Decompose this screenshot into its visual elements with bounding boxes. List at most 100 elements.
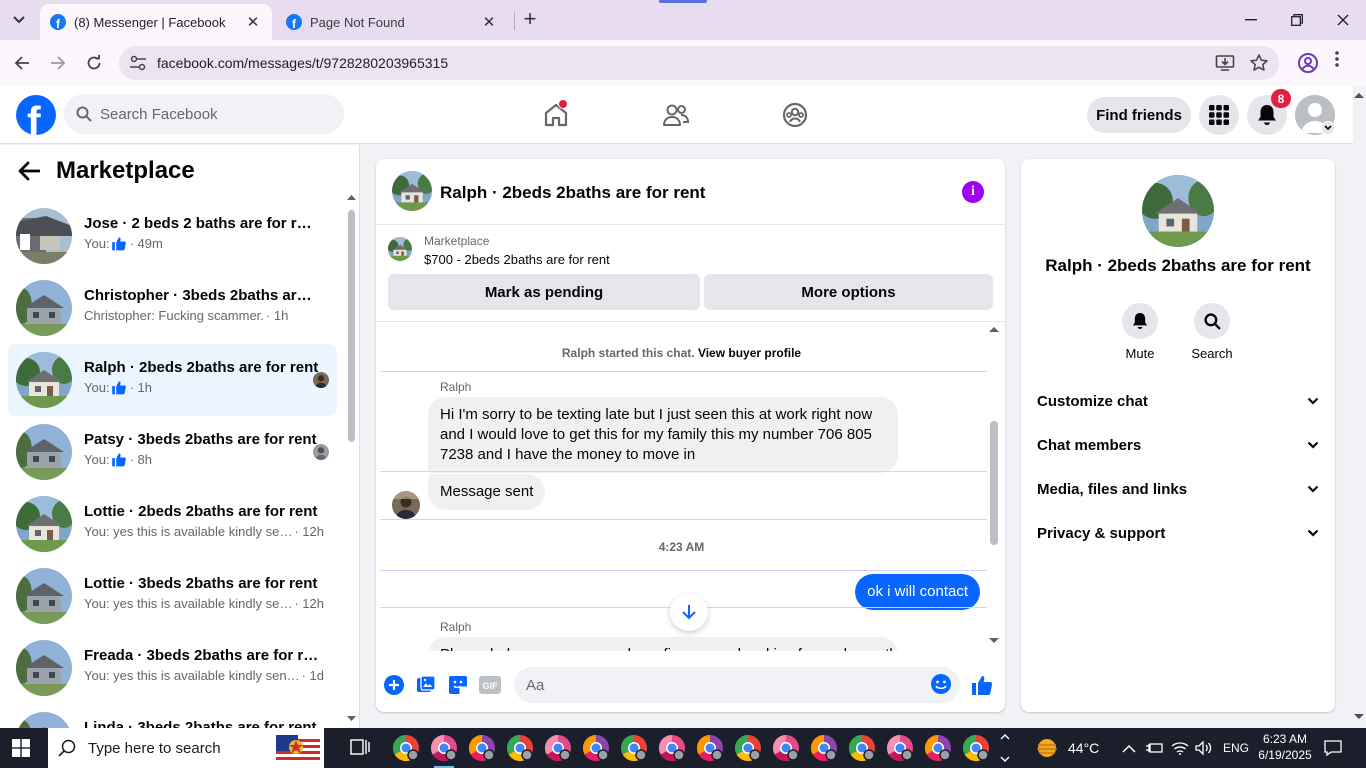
sidebar-scrollbar[interactable]	[347, 195, 356, 728]
facebook-logo[interactable]: f	[16, 95, 56, 135]
volume-icon[interactable]	[1195, 741, 1213, 755]
taskbar-chrome-app[interactable]	[772, 734, 800, 762]
menu-grid-button[interactable]	[1199, 95, 1239, 135]
conversation-item[interactable]: Freada · 3beds 2baths are for rent You: y…	[8, 632, 337, 704]
accordion-privacy-support[interactable]: Privacy & support	[1029, 513, 1327, 553]
forward-button[interactable]	[46, 51, 70, 75]
reload-button[interactable]	[82, 51, 106, 75]
accordion-chat-members[interactable]: Chat members	[1029, 425, 1327, 465]
attach-photo-button[interactable]	[414, 673, 438, 697]
minimize-button[interactable]	[1228, 6, 1274, 34]
conversation-item[interactable]: Christopher · 3beds 2baths are for rent C…	[8, 272, 337, 344]
send-like-button[interactable]	[970, 673, 994, 697]
chevron-up-icon[interactable]	[1122, 744, 1136, 753]
listing-thumbnail[interactable]	[388, 237, 412, 261]
taskbar-chrome-app[interactable]	[430, 734, 458, 768]
gif-button[interactable]: GIF	[478, 673, 502, 697]
back-button[interactable]	[10, 51, 34, 75]
chat-scroll-thumb[interactable]	[990, 421, 998, 545]
nav-home-button[interactable]	[539, 98, 573, 132]
bookmark-star-icon[interactable]	[1249, 53, 1269, 73]
message-bubble-incoming[interactable]: Message sent	[428, 474, 546, 510]
listing-price-title[interactable]: $700 - 2beds 2baths are for rent	[424, 252, 610, 267]
notifications-button[interactable]: 8	[1247, 89, 1291, 135]
mute-action[interactable]: Mute	[1110, 303, 1170, 361]
search-conversation-button[interactable]	[1194, 303, 1230, 339]
wifi-icon[interactable]	[1171, 741, 1189, 755]
taskbar-chrome-app[interactable]	[620, 734, 648, 762]
taskbar-chrome-app[interactable]	[924, 734, 952, 762]
close-tab-icon[interactable]: ✕	[480, 13, 498, 31]
url-bar[interactable]: facebook.com/messages/t/9728280203965315	[119, 46, 1279, 80]
taskbar-chrome-app[interactable]	[468, 734, 496, 762]
windows-start-icon[interactable]	[12, 739, 30, 757]
scroll-down-arrow-icon[interactable]	[1354, 714, 1364, 720]
sticker-button[interactable]	[446, 673, 470, 697]
facebook-search-input[interactable]	[100, 105, 320, 123]
taskbar-clock[interactable]: 6:23 AM 6/19/2025	[1254, 731, 1316, 763]
taskbar-scroll-arrows-icon[interactable]	[1000, 732, 1010, 764]
mark-as-pending-button[interactable]: Mark as pending	[388, 274, 700, 310]
input-language[interactable]: ENG	[1223, 741, 1249, 755]
taskbar-chrome-app[interactable]	[658, 734, 686, 762]
info-listing-photo[interactable]	[1142, 175, 1214, 247]
message-bubble-outgoing[interactable]: ok i will contact	[855, 574, 980, 610]
message-input[interactable]	[526, 676, 906, 694]
close-window-button[interactable]	[1320, 6, 1366, 34]
battery-plug-icon[interactable]	[1145, 741, 1163, 755]
accordion-customize-chat[interactable]: Customize chat	[1029, 381, 1327, 421]
back-arrow-icon[interactable]	[18, 161, 40, 181]
site-settings-icon[interactable]	[129, 55, 147, 71]
scroll-down-arrow-icon[interactable]	[989, 638, 999, 644]
emoji-icon[interactable]	[930, 673, 952, 695]
taskbar-chrome-app[interactable]	[886, 734, 914, 762]
sender-avatar[interactable]	[392, 491, 420, 519]
message-bubble-incoming[interactable]: Please help me so we can also a finance …	[428, 637, 898, 651]
account-menu-caret[interactable]	[1321, 121, 1335, 135]
view-buyer-profile-link[interactable]: View buyer profile	[698, 346, 801, 360]
page-scrollbar[interactable]	[1353, 86, 1366, 728]
browser-profile-icon[interactable]	[1296, 51, 1320, 75]
taskbar-chrome-app[interactable]	[848, 734, 876, 762]
chat-title[interactable]: Ralph · 2beds 2baths are for rent	[440, 183, 705, 203]
message-input-wrapper[interactable]	[514, 667, 960, 703]
restore-button[interactable]	[1274, 6, 1320, 34]
scroll-up-arrow-icon[interactable]	[1354, 92, 1364, 98]
facebook-search[interactable]	[64, 94, 344, 134]
mute-button[interactable]	[1122, 303, 1158, 339]
taskbar-chrome-app[interactable]	[392, 734, 420, 762]
tab-search-button[interactable]	[6, 9, 32, 31]
conversation-item[interactable]: Lottie · 2beds 2baths are for rent You: y…	[8, 488, 337, 560]
nav-groups-button[interactable]	[778, 98, 812, 132]
install-app-icon[interactable]	[1215, 53, 1235, 73]
conversation-item[interactable]: Jose · 2 beds 2 baths are for rent You: ·…	[8, 200, 337, 272]
scroll-up-arrow-icon[interactable]	[347, 194, 356, 200]
message-bubble-incoming[interactable]: Hi I'm sorry to be texting late but I ju…	[428, 397, 898, 473]
news-flag-icon[interactable]	[272, 730, 322, 766]
nav-friends-button[interactable]	[659, 98, 693, 132]
task-view-icon[interactable]	[350, 738, 370, 758]
taskbar-chrome-app[interactable]	[506, 734, 534, 762]
more-options-button[interactable]: More options	[704, 274, 993, 310]
new-tab-button[interactable]: +	[519, 8, 541, 31]
find-friends-button[interactable]: Find friends	[1087, 97, 1191, 133]
scroll-to-bottom-button[interactable]	[670, 593, 708, 631]
conversation-item[interactable]: Ralph · 2beds 2baths are for rent You: · …	[8, 344, 337, 416]
conversation-item[interactable]: Patsy · 3beds 2baths are for rent You: · …	[8, 416, 337, 488]
taskbar-chrome-app[interactable]	[582, 734, 610, 762]
conversation-item[interactable]: Linda · 3beds 2baths are for rent	[8, 704, 337, 728]
tab-messenger[interactable]: f (8) Messenger | Facebook ✕	[40, 4, 272, 40]
scroll-down-arrow-icon[interactable]	[347, 716, 356, 722]
chat-info-icon[interactable]: i	[962, 181, 984, 203]
taskbar-chrome-app[interactable]	[734, 734, 762, 762]
browser-menu-button[interactable]	[1335, 51, 1339, 67]
more-actions-button[interactable]	[382, 673, 406, 697]
scroll-up-arrow-icon[interactable]	[989, 326, 999, 332]
tab-page-not-found[interactable]: f Page Not Found ✕	[276, 4, 508, 40]
search-action[interactable]: Search	[1182, 303, 1242, 361]
taskbar-chrome-app[interactable]	[810, 734, 838, 762]
taskbar-chrome-app[interactable]	[962, 734, 990, 762]
accordion-media-files-links[interactable]: Media, files and links	[1029, 469, 1327, 509]
taskbar-chrome-app[interactable]	[544, 734, 572, 762]
action-center-icon[interactable]	[1324, 740, 1342, 756]
